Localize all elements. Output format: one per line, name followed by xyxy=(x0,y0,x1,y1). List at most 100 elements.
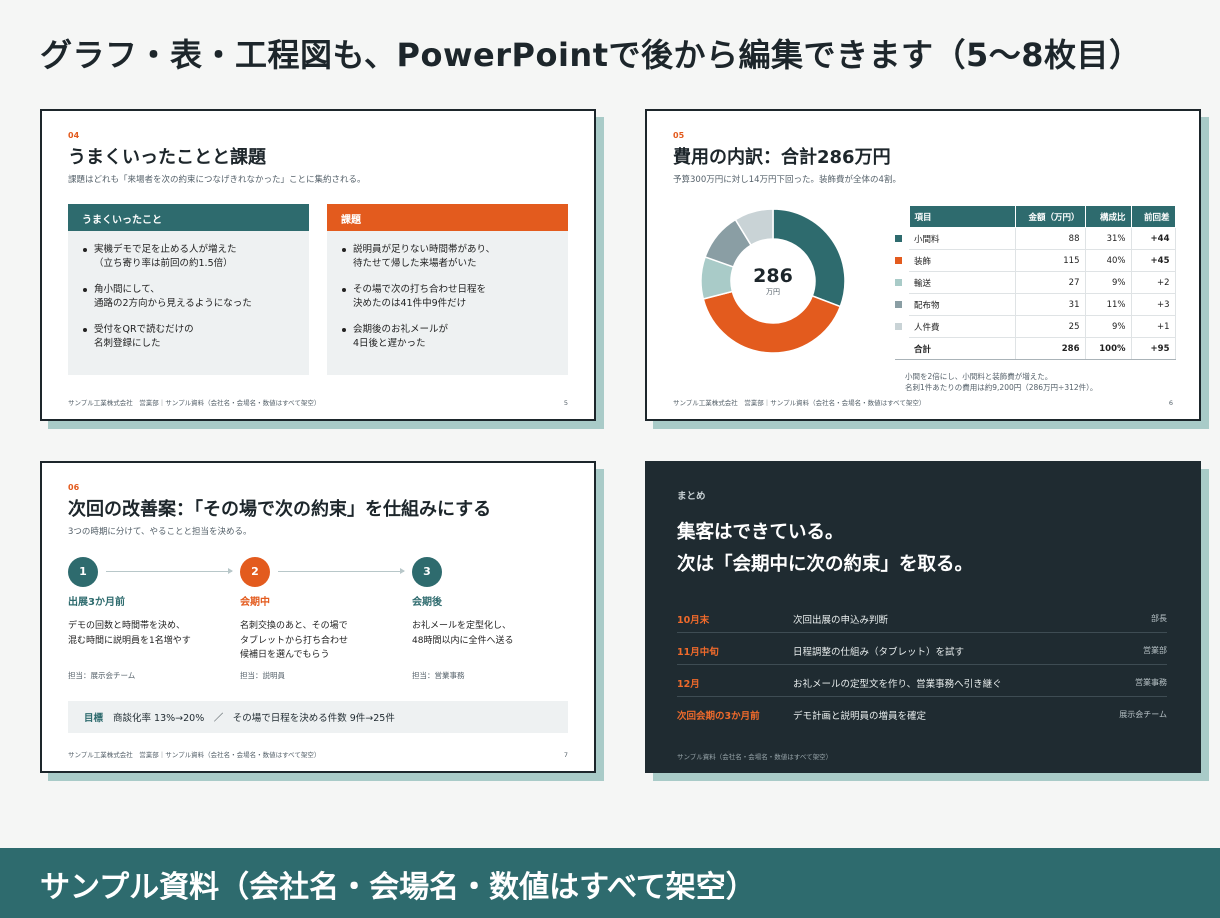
table-cell-ratio: 40% xyxy=(1085,249,1132,272)
page-number: 5 xyxy=(563,399,568,407)
schedule-who: 展示会チーム xyxy=(1119,710,1167,719)
step-phase: 出展3か月前 xyxy=(68,597,125,608)
step-owner: 担当：展示会チーム xyxy=(68,671,136,680)
slide-footer: サンプル資料（会社名・会場名・数値はすべて架空） xyxy=(677,753,833,761)
table-cell-name: 合計 xyxy=(909,337,1016,360)
legend-swatch xyxy=(895,278,902,286)
schedule-row: 次回会期の3か月前 デモ計画と説明員の増員を確定 展示会チーム xyxy=(677,697,1167,729)
schedule-who: 部長 xyxy=(1151,614,1167,623)
slide-number-label: 06 xyxy=(68,483,80,492)
schedule-who: 営業事務 xyxy=(1135,678,1167,687)
step-circle-2: 2 xyxy=(240,557,270,587)
table-cell-name: 人件費 xyxy=(909,315,1016,338)
legend-swatch-cell xyxy=(895,250,909,272)
table-cell-diff: +3 xyxy=(1131,293,1176,316)
legend-swatch xyxy=(895,234,902,242)
bottom-banner: サンプル資料（会社名・会場名・数値はすべて架空） xyxy=(0,848,1220,918)
cost-note: 小間を2倍にし、小間料と装飾費が増えた。 名刺1件あたりの費用は約9,200円（… xyxy=(905,371,1097,393)
list-item-text: 説明員が足りない時間帯があり、 待たせて帰した来場者がいた xyxy=(353,244,496,269)
slide-number-label: 04 xyxy=(68,131,80,140)
list-item: 角小間にして、 通路の2方向から見えるようになった xyxy=(83,283,295,311)
list-item: 実機デモで足を止める人が増えた （立ち寄り率は前回の約1.5倍） xyxy=(83,243,295,271)
page-number: 7 xyxy=(563,751,568,759)
table-row: 装飾 115 40% +45 xyxy=(895,249,1176,272)
list-item-text: 受付をQRで読むだけの 名刺登録にした xyxy=(94,324,194,349)
step-owner: 担当：説明員 xyxy=(240,671,285,680)
legend-swatch-cell xyxy=(895,316,909,338)
legend-swatch-cell xyxy=(895,337,909,360)
list-item: 受付をQRで読むだけの 名刺登録にした xyxy=(83,323,295,351)
schedule-when: 12月 xyxy=(677,679,700,690)
step-description: お礼メールを定型化し、 48時間以内に全件へ送る xyxy=(412,621,514,646)
list-item: 会期後のお礼メールが 4日後と遅かった xyxy=(342,323,554,351)
list-item-text: その場で次の打ち合わせ日程を 決めたのは41件中9件だけ xyxy=(353,284,487,309)
step-circle-3: 3 xyxy=(412,557,442,587)
slide-footer: サンプル工業株式会社 営業部｜サンプル資料（会社名・会場名・数値はすべて架空） xyxy=(673,399,926,407)
slide-5: 04 うまくいったことと課題 課題はどれも「来場者を次の約束につなげきれなかった… xyxy=(40,109,596,421)
slide-subtitle: 3つの時期に分けて、やることと担当を決める。 xyxy=(68,527,252,537)
table-cell-ratio: 9% xyxy=(1085,271,1132,294)
table-cell-name: 配布物 xyxy=(909,293,1016,316)
legend-swatch-cell xyxy=(895,272,909,294)
table-cell-ratio: 9% xyxy=(1085,315,1132,338)
slide-title: うまくいったことと課題 xyxy=(68,147,266,168)
table-cell-amount: 115 xyxy=(1015,249,1086,272)
table-row: 人件費 25 9% +1 xyxy=(895,315,1176,338)
schedule-what: お礼メールの定型文を作り、営業事務へ引き継ぐ xyxy=(793,679,1002,690)
slide-6: 05 費用の内訳：合計286万円 予算300万円に対し14万円下回った。装飾費が… xyxy=(645,109,1201,421)
summary-title: 集客はできている。 次は「会期中に次の約束」を取る。 xyxy=(677,517,973,581)
table-cell-amount: 25 xyxy=(1015,315,1086,338)
slide-thumbnail-5[interactable]: 04 うまくいったことと課題 課題はどれも「来場者を次の約束につなげきれなかった… xyxy=(40,109,604,429)
step-description: 名刺交換のあと、その場で タブレットから打ち合わせ 候補日を選んでもらう xyxy=(240,621,349,660)
summary-title-line: 次は「会期中に次の約束」を取る。 xyxy=(677,554,974,575)
slide-footer: サンプル工業株式会社 営業部｜サンプル資料（会社名・会場名・数値はすべて架空） xyxy=(68,751,321,759)
step-description: デモの回数と時間帯を決め、 混む時間に説明員を1名増やす xyxy=(68,621,191,646)
summary-title-line: 集客はできている。 xyxy=(677,522,844,543)
schedule-row: 12月 お礼メールの定型文を作り、営業事務へ引き継ぐ 営業事務 xyxy=(677,665,1167,697)
slide-footer: サンプル工業株式会社 営業部｜サンプル資料（会社名・会場名・数値はすべて架空） xyxy=(68,399,321,407)
table-cell-diff: +44 xyxy=(1131,227,1176,250)
table-cell-amount: 286 xyxy=(1015,337,1086,360)
goal-label: 目標 xyxy=(84,713,104,724)
schedule-when: 11月中旬 xyxy=(677,647,719,658)
schedule-what: デモ計画と説明員の増員を確定 xyxy=(793,711,927,722)
swatch-header xyxy=(895,206,909,228)
slide-subtitle: 課題はどれも「来場者を次の約束につなげきれなかった」ことに集約される。 xyxy=(68,175,366,185)
slide-thumbnail-8[interactable]: まとめ 集客はできている。 次は「会期中に次の約束」を取る。 10月末 次回出展… xyxy=(645,461,1209,781)
legend-swatch xyxy=(895,300,902,308)
table-cell-name: 小間料 xyxy=(909,227,1016,250)
schedule-row: 10月末 次回出展の申込み判断 部長 xyxy=(677,601,1167,633)
slide-number-label: 05 xyxy=(673,131,685,140)
legend-swatch-cell xyxy=(895,228,909,250)
column-body-issues: 説明員が足りない時間帯があり、 待たせて帰した来場者がいた その場で次の打ち合わ… xyxy=(327,231,568,375)
step-phase: 会期中 xyxy=(240,597,270,608)
schedule-what: 次回出展の申込み判断 xyxy=(793,615,889,626)
slide-7: 06 次回の改善案：「その場で次の約束」を仕組みにする 3つの時期に分けて、やる… xyxy=(40,461,596,773)
table-header: 構成比 xyxy=(1084,205,1132,228)
table-row: 小間料 88 31% +44 xyxy=(895,227,1176,250)
donut-total-unit: 万円 xyxy=(766,288,780,296)
step-owner: 担当：営業事務 xyxy=(412,671,465,680)
legend-swatch xyxy=(895,256,902,264)
schedule-row: 11月中旬 日程調整の仕組み（タブレット）を試す 営業部 xyxy=(677,633,1167,665)
slide-thumbnail-6[interactable]: 05 費用の内訳：合計286万円 予算300万円に対し14万円下回った。装飾費が… xyxy=(645,109,1209,429)
step-circle-1: 1 xyxy=(68,557,98,587)
step-arrow xyxy=(106,568,233,574)
donut-center-label: 286 万円 xyxy=(735,265,811,297)
donut-slice-2 xyxy=(702,290,842,354)
slide-title: 費用の内訳：合計286万円 xyxy=(673,147,891,168)
banner-text: サンプル資料（会社名・会場名・数値はすべて架空） xyxy=(40,870,756,905)
table-row: 輸送 27 9% +2 xyxy=(895,271,1176,294)
slide-subtitle: 予算300万円に対し14万円下回った。装飾費が全体の4割。 xyxy=(673,175,901,185)
page-number: 6 xyxy=(1168,399,1173,407)
table-row: 配布物 31 11% +3 xyxy=(895,293,1176,316)
cost-table: 項目 金額（万円） 構成比 前回差 小間料 88 31% +44 装飾 115 40% +45… xyxy=(895,205,1176,360)
donut-total-value: 286 xyxy=(753,265,793,287)
column-head-issues: 課題 xyxy=(327,204,568,231)
slide-thumbnail-7[interactable]: 06 次回の改善案：「その場で次の約束」を仕組みにする 3つの時期に分けて、やる… xyxy=(40,461,604,781)
schedule-what: 日程調整の仕組み（タブレット）を試す xyxy=(793,647,965,658)
table-row-total: 合計 286 100% +95 xyxy=(895,337,1176,360)
table-cell-ratio: 11% xyxy=(1085,293,1132,316)
list-item-text: 角小間にして、 通路の2方向から見えるようになった xyxy=(94,284,252,309)
table-cell-diff: +45 xyxy=(1131,249,1176,272)
